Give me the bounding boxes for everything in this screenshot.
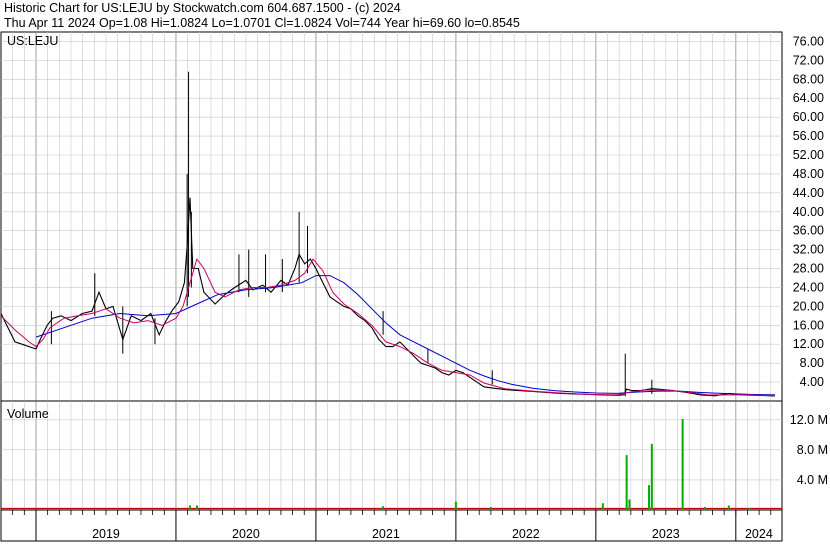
ticker-label: US:LEJU — [7, 34, 58, 48]
y-tick-label: 72.00 — [793, 53, 824, 67]
volume-label: Volume — [7, 407, 49, 421]
y-tick-label: 12.00 — [793, 337, 824, 351]
y-tick-label: 20.00 — [793, 299, 824, 313]
y-tick-label: 76.00 — [793, 34, 824, 48]
volume-tick-label: 12.0 M — [790, 413, 828, 427]
y-tick-label: 16.00 — [793, 318, 824, 332]
chart-title: Historic Chart for US:LEJU by Stockwatch… — [4, 1, 401, 15]
y-tick-label: 28.00 — [793, 262, 824, 276]
x-tick-label: 2020 — [232, 527, 260, 541]
y-tick-label: 40.00 — [793, 205, 824, 219]
x-tick-label: 2019 — [92, 527, 120, 541]
y-tick-label: 68.00 — [793, 72, 824, 86]
volume-panel-frame — [0, 400, 783, 511]
y-tick-label: 56.00 — [793, 129, 824, 143]
y-tick-label: 32.00 — [793, 243, 824, 257]
y-tick-label: 8.00 — [800, 356, 824, 370]
y-tick-label: 48.00 — [793, 167, 824, 181]
stock-chart: Historic Chart for US:LEJU by Stockwatch… — [0, 1, 828, 542]
y-tick-label: 24.00 — [793, 280, 824, 294]
y-tick-label: 4.00 — [800, 375, 824, 389]
y-tick-label: 36.00 — [793, 224, 824, 238]
quote-summary: Thu Apr 11 2024 Op=1.08 Hi=1.0824 Lo=1.0… — [4, 16, 520, 30]
volume-y-axis: 12.0 M 8.0 M 4.0 M — [790, 413, 828, 487]
volume-tick-label: 4.0 M — [797, 473, 828, 487]
y-tick-label: 44.00 — [793, 186, 824, 200]
y-tick-label: 60.00 — [793, 110, 824, 124]
y-tick-label: 52.00 — [793, 148, 824, 162]
x-tick-label: 2022 — [512, 527, 540, 541]
x-tick-label: 2024 — [745, 527, 773, 541]
x-tick-label: 2021 — [372, 527, 400, 541]
price-panel-frame — [0, 31, 783, 402]
y-tick-label: 64.00 — [793, 91, 824, 105]
x-tick-label: 2023 — [652, 527, 680, 541]
price-y-axis: 76.00 72.00 68.00 64.00 60.00 56.00 52.00 48.00… — [793, 34, 824, 389]
volume-tick-label: 8.0 M — [797, 443, 828, 457]
